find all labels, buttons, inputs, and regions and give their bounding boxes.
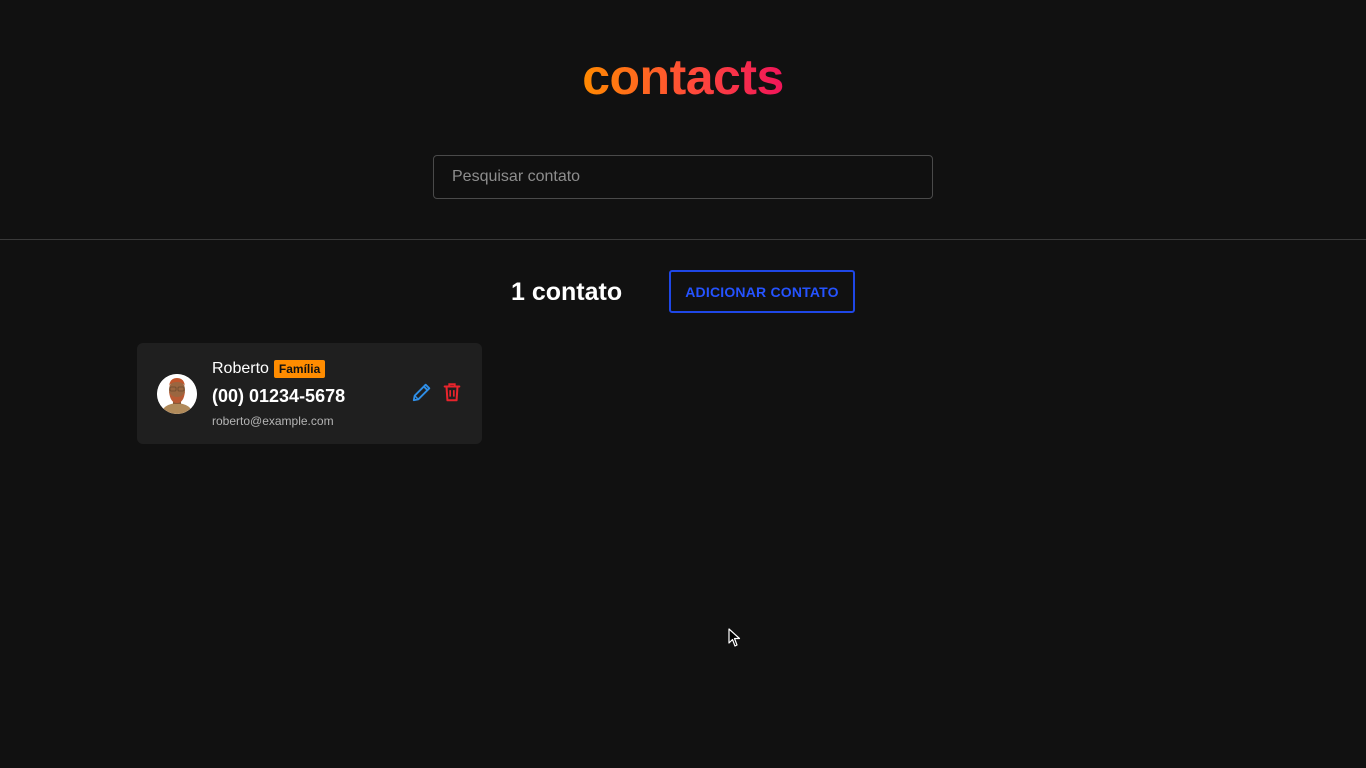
app-header: contacts bbox=[0, 0, 1366, 240]
contact-tag: Família bbox=[273, 360, 326, 378]
contact-count: 1 contato bbox=[511, 278, 623, 306]
contact-name: Roberto bbox=[212, 360, 269, 377]
mouse-cursor-icon bbox=[728, 628, 741, 647]
trash-icon bbox=[443, 383, 461, 402]
delete-contact-button[interactable] bbox=[440, 380, 464, 404]
app-logo: contacts bbox=[582, 49, 784, 105]
contact-name-row: Roberto Família bbox=[212, 359, 326, 379]
avatar bbox=[157, 374, 197, 414]
add-contact-button[interactable]: ADICIONAR CONTATO bbox=[669, 270, 855, 313]
contact-phone: (00) 01234-5678 bbox=[212, 386, 346, 406]
search-input[interactable] bbox=[433, 155, 933, 199]
contacts-toolbar: 1 contato ADICIONAR CONTATO bbox=[0, 270, 1366, 313]
contact-card: Roberto Família (00) 01234-5678 roberto@… bbox=[137, 343, 482, 444]
contact-email: roberto@example.com bbox=[212, 414, 334, 428]
edit-contact-button[interactable] bbox=[410, 380, 434, 404]
pencil-icon bbox=[412, 383, 431, 402]
